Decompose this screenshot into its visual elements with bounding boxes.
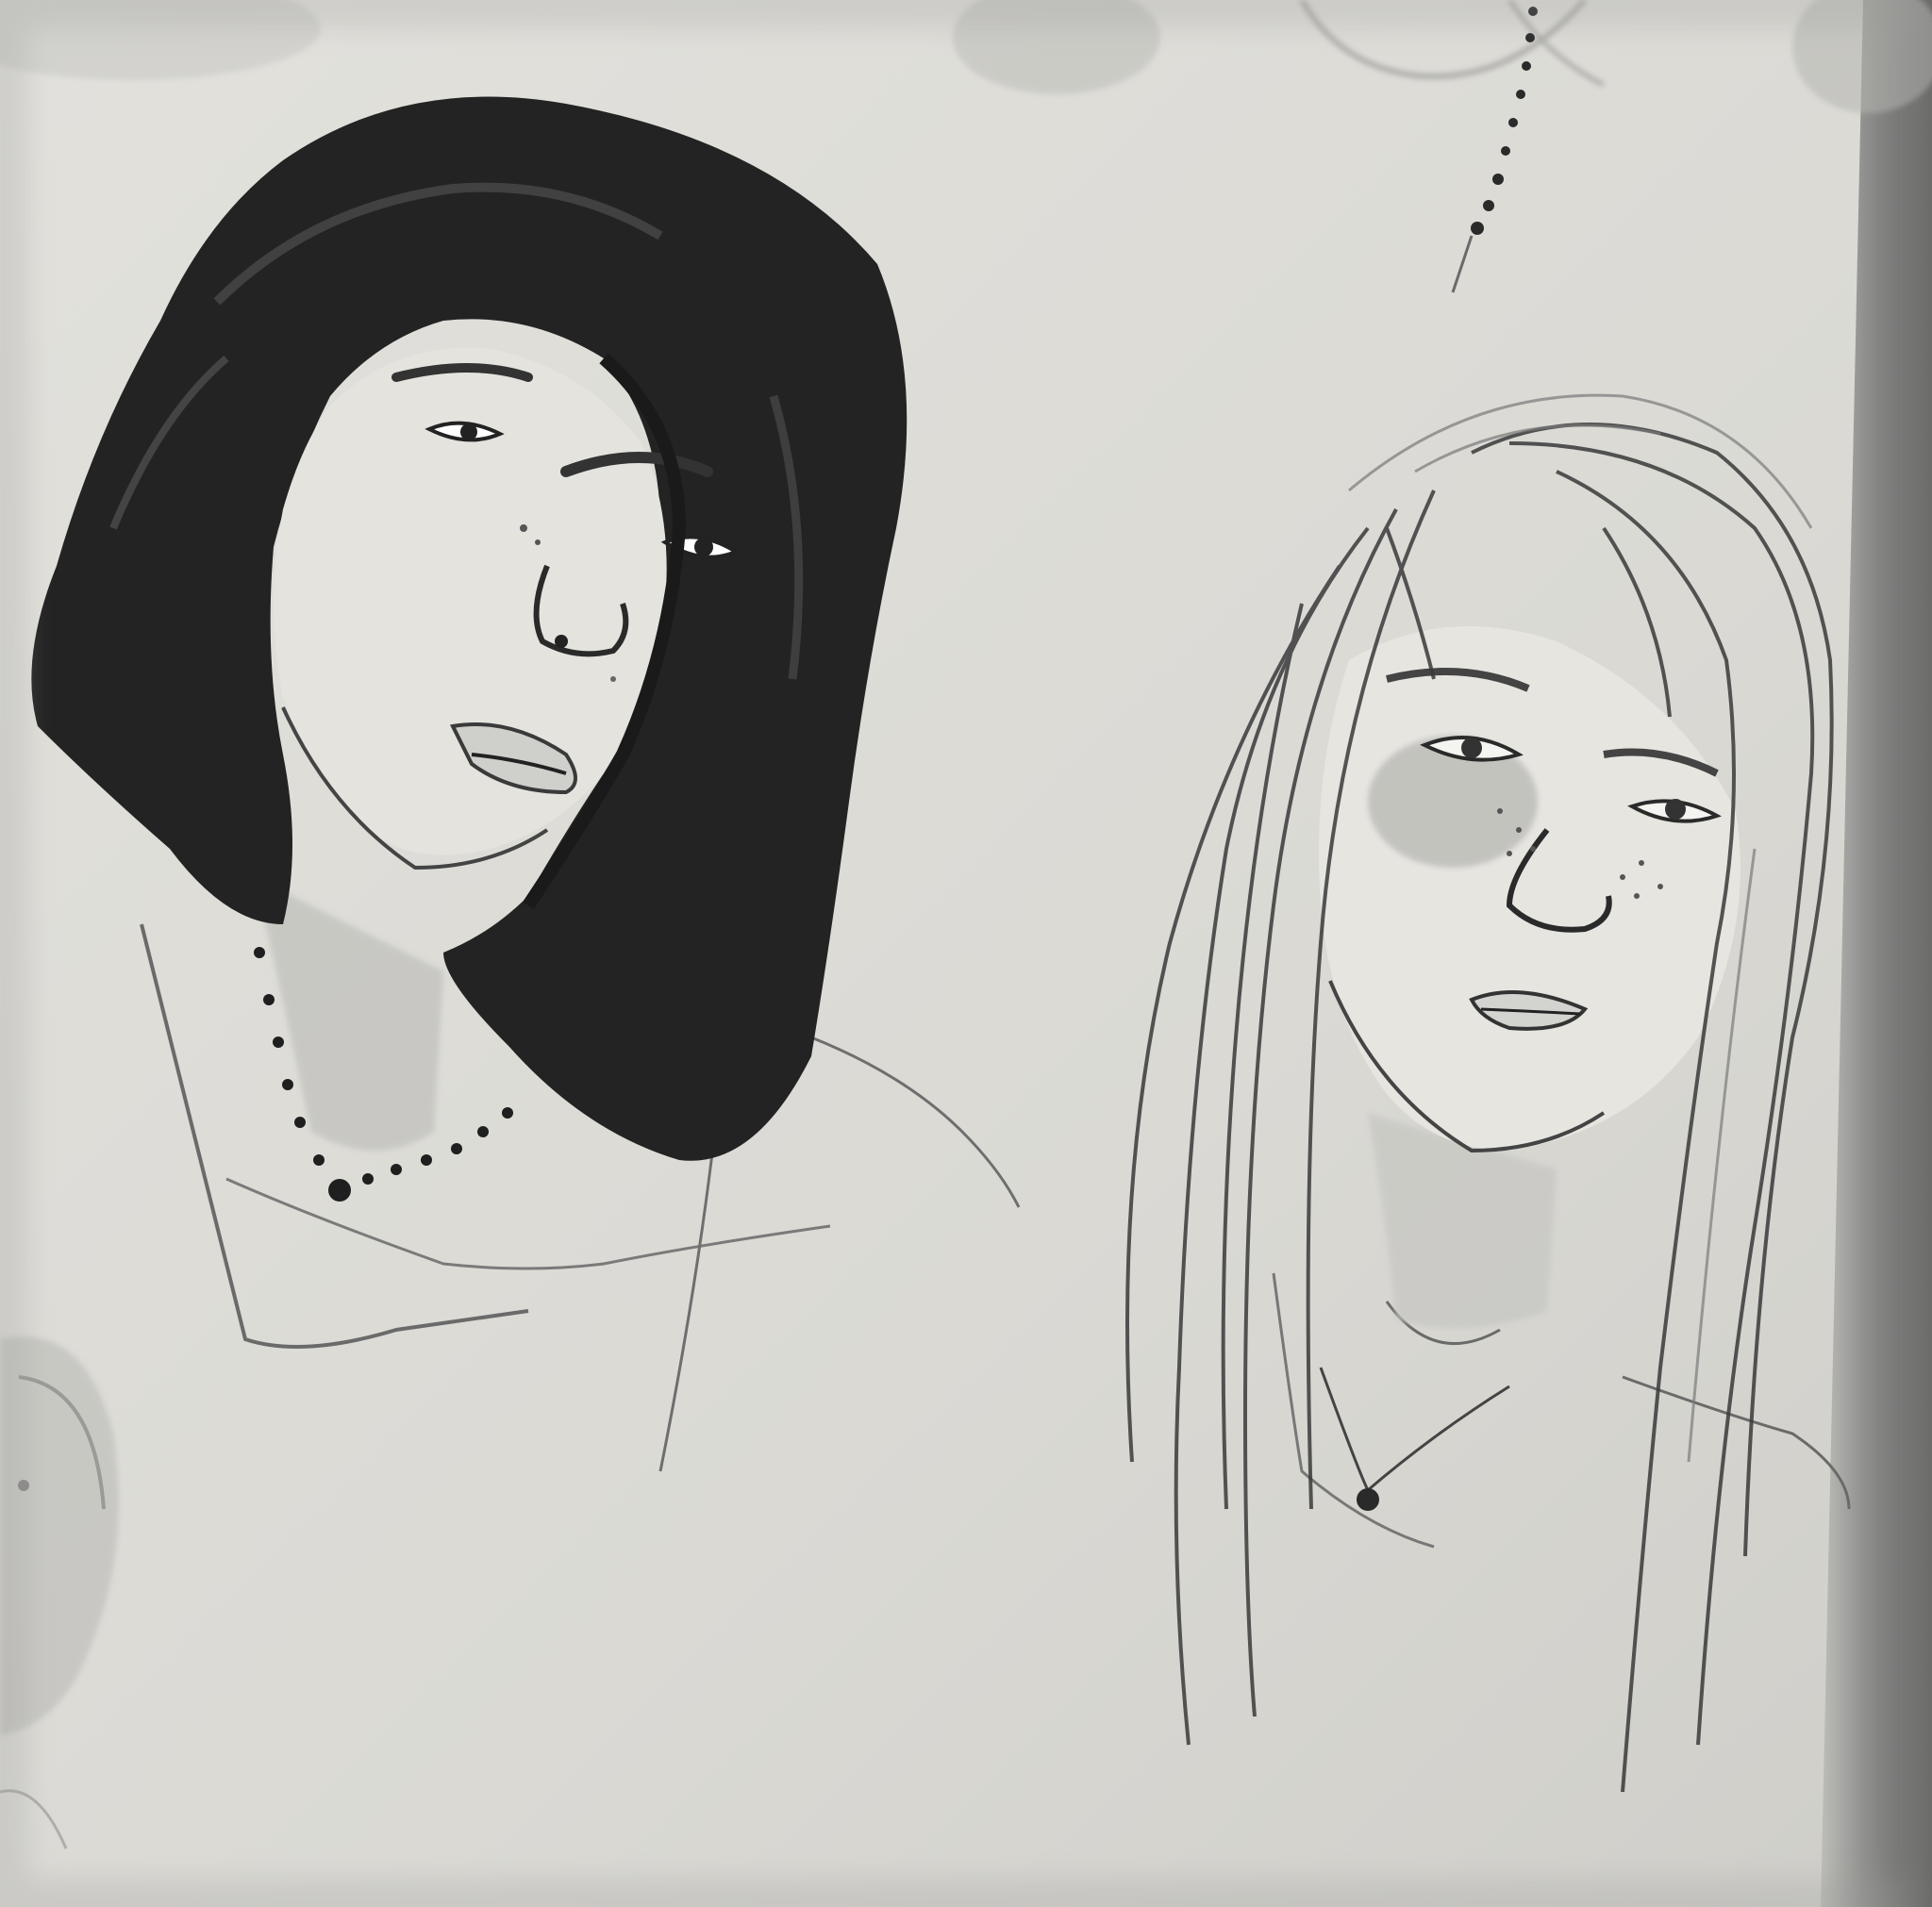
pendant (1357, 1488, 1379, 1511)
sketch-photo (0, 0, 1932, 1907)
